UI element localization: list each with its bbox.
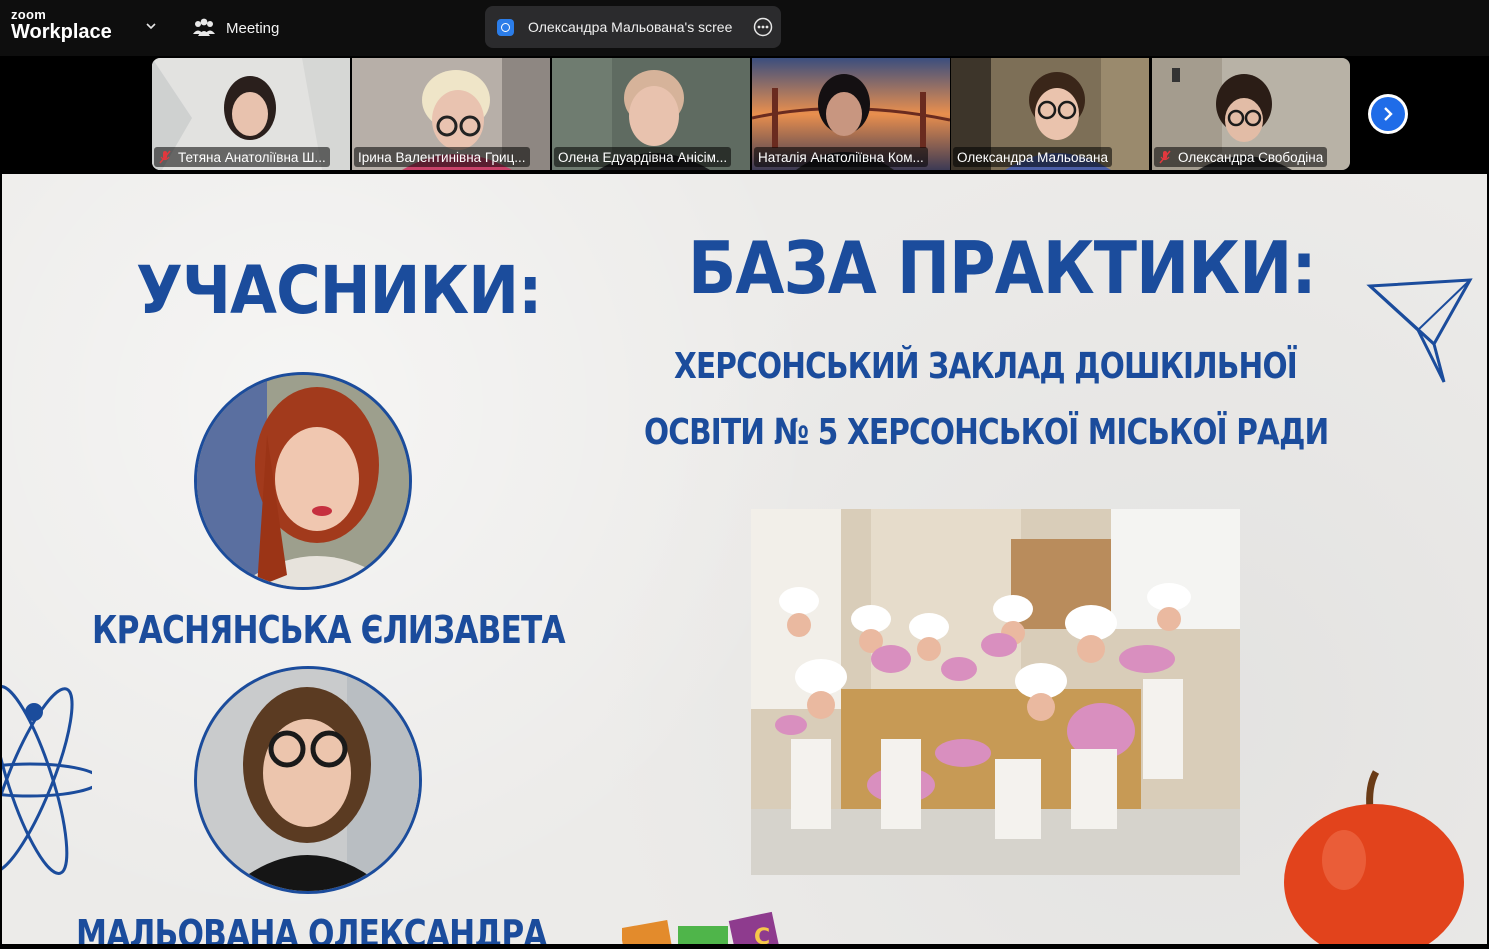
participant-name-label: Наталія Анатоліївна Ком...: [754, 147, 928, 167]
letter-blocks-icon: C: [622, 911, 781, 944]
base-heading: БАЗА ПРАКТИКИ:: [688, 226, 1317, 310]
svg-text:C: C: [754, 925, 770, 944]
participant-tile[interactable]: Олександра Свободіна: [1152, 58, 1350, 170]
participant-name-label: Ірина Валентинівна Гриц...: [354, 147, 530, 167]
apple-icon: [1284, 770, 1464, 944]
chevron-down-icon[interactable]: [143, 18, 159, 34]
student-1-name: КРАСНЯНСЬКА ЄЛИЗАВЕТА: [92, 608, 566, 652]
participant-tile[interactable]: Тетяна Анатоліївна Ш...: [152, 58, 350, 170]
student-2-photo: [194, 666, 422, 894]
next-page-button[interactable]: [1368, 94, 1408, 134]
share-label: Олександра Мальована's scree: [528, 19, 733, 35]
student-2-name: МАЛЬОВАНА ОЛЕКСАНДРА: [76, 912, 547, 944]
zoom-workplace-logo[interactable]: zoom Workplace: [11, 8, 112, 42]
paper-plane-icon: [1366, 278, 1473, 383]
participants-heading: УЧАСНИКИ:: [136, 252, 542, 329]
gallery-strip: Тетяна Анатоліївна Ш... Ірина Валентинів…: [0, 56, 1489, 174]
meeting-label: Meeting: [226, 19, 280, 37]
participant-name: Олександра Мальована: [957, 149, 1108, 165]
participant-name: Ірина Валентинівна Гриц...: [358, 149, 526, 165]
atom-icon: [2, 685, 92, 875]
mic-muted-icon: [1159, 150, 1171, 164]
participant-name: Наталія Анатоліївна Ком...: [758, 149, 924, 165]
participant-tile[interactable]: Олександра Мальована: [951, 58, 1149, 170]
top-bar: zoom Workplace Meeting Олександра Мальов…: [0, 0, 1489, 56]
student-1-photo: [194, 372, 412, 590]
meeting-menu[interactable]: Meeting: [192, 15, 279, 41]
logo-bottom-text: Workplace: [11, 21, 112, 43]
participant-name: Тетяна Анатоліївна Ш...: [178, 149, 326, 165]
base-line-2: ОСВІТИ № 5 ХЕРСОНСЬКОЇ МІСЬКОЇ РАДИ: [644, 412, 1329, 453]
chevron-right-icon: [1371, 97, 1405, 131]
participant-name-label: Олександра Мальована: [953, 147, 1112, 167]
participant-tile[interactable]: Ірина Валентинівна Гриц...: [352, 58, 550, 170]
mic-muted-icon: [159, 150, 171, 164]
screen-share-indicator[interactable]: Олександра Мальована's scree: [485, 6, 781, 48]
base-line-1: ХЕРСОНСЬКИЙ ЗАКЛАД ДОШКІЛЬНОЇ: [674, 346, 1298, 387]
participant-name-label: Тетяна Анатоліївна Ш...: [154, 147, 330, 167]
kindergarten-photo: [751, 509, 1240, 875]
participant-name: Олена Едуардівна Анісім...: [558, 149, 728, 165]
participants-icon: [193, 18, 215, 36]
share-status-icon: [497, 18, 514, 36]
more-options-icon[interactable]: [753, 17, 773, 37]
participant-name-label: Олександра Свободіна: [1154, 147, 1328, 167]
logo-top-text: zoom: [11, 7, 47, 22]
shared-screen: УЧАСНИКИ: БАЗА ПРАКТИКИ: ХЕРСОНСЬКИЙ ЗАК…: [2, 174, 1487, 944]
participant-name-label: Олена Едуардівна Анісім...: [554, 147, 732, 167]
participant-tile[interactable]: Наталія Анатоліївна Ком...: [752, 58, 950, 170]
participant-tile[interactable]: Олена Едуардівна Анісім...: [552, 58, 750, 170]
participant-name: Олександра Свободіна: [1178, 149, 1324, 165]
